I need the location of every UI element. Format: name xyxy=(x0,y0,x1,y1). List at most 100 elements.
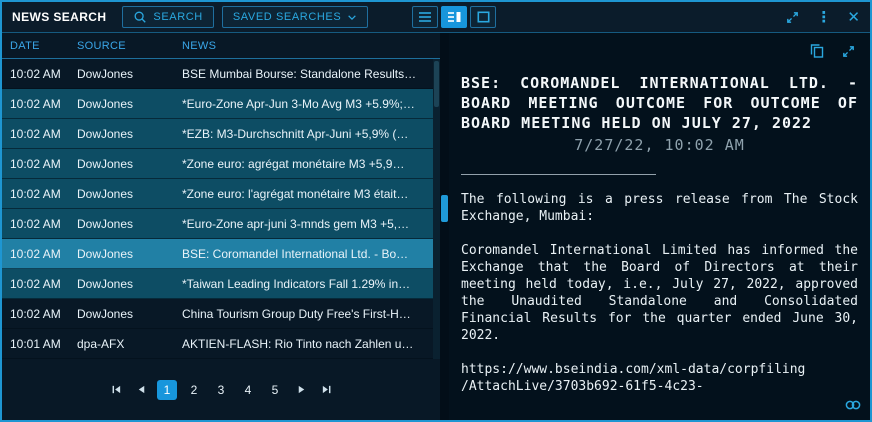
expand-icon xyxy=(785,10,800,25)
cell-date: 10:02 AM xyxy=(10,277,77,291)
column-header-date[interactable]: DATE xyxy=(10,40,77,52)
copy-article-button[interactable] xyxy=(809,43,825,59)
article-paragraph: The following is a press release from Th… xyxy=(461,191,858,225)
prev-page-button[interactable] xyxy=(132,381,150,399)
window-title: NEWS SEARCH xyxy=(12,10,106,24)
split-view-icon xyxy=(447,11,461,23)
cell-news: *Zone euro: agrégat monétaire M3 +5,9… xyxy=(182,157,430,171)
cell-news: *Zone euro: l'agrégat monétaire M3 était… xyxy=(182,187,430,201)
link-icon[interactable] xyxy=(844,398,862,417)
cell-date: 10:02 AM xyxy=(10,307,77,321)
single-view-icon xyxy=(477,11,490,23)
cell-source: DowJones xyxy=(77,157,182,171)
page-button-1[interactable]: 1 xyxy=(157,380,177,400)
article-paragraph: https://www.bseindia.com/xml-data/corpfi… xyxy=(461,361,858,395)
cell-date: 10:01 AM xyxy=(10,337,77,351)
pagination: 12345 xyxy=(2,359,440,420)
prev-page-icon xyxy=(136,384,147,395)
close-icon[interactable]: ✕ xyxy=(847,10,860,25)
table-header: DATE SOURCE NEWS xyxy=(2,33,440,59)
cell-news: *Euro-Zone apr-juni 3-mnds gem M3 +5,… xyxy=(182,217,430,231)
article-body: The following is a press release from Th… xyxy=(461,191,858,420)
article-toolbar xyxy=(461,33,858,61)
cell-news: BSE: Coromandel International Ltd. - Bo… xyxy=(182,247,430,261)
cell-news: BSE Mumbai Bourse: Standalone Results… xyxy=(182,67,430,81)
cell-source: DowJones xyxy=(77,277,182,291)
cell-date: 10:02 AM xyxy=(10,217,77,231)
article-timestamp: 7/27/22, 10:02 AM xyxy=(461,136,858,154)
view-toggle-group xyxy=(412,6,496,28)
news-list-scrollbar[interactable] xyxy=(433,59,440,359)
page-button-3[interactable]: 3 xyxy=(211,380,231,400)
copy-icon xyxy=(809,43,825,59)
news-list-scrollbar-thumb[interactable] xyxy=(434,61,439,107)
menu-kebab-icon[interactable]: ⋮ xyxy=(816,10,831,25)
first-page-button[interactable] xyxy=(107,381,125,399)
article-headline: BSE: COROMANDEL INTERNATIONAL LTD. - BOA… xyxy=(461,73,858,133)
chevron-down-icon xyxy=(347,14,357,21)
cell-date: 10:02 AM xyxy=(10,187,77,201)
table-row[interactable]: 10:01 AM dpa-AFX AKTIEN-FLASH: Rio Tinto… xyxy=(2,329,440,359)
table-row[interactable]: 10:02 AM DowJones BSE Mumbai Bourse: Sta… xyxy=(2,59,440,89)
search-icon xyxy=(133,10,147,24)
next-page-icon xyxy=(296,384,307,395)
cell-source: DowJones xyxy=(77,217,182,231)
cell-source: DowJones xyxy=(77,307,182,321)
page-button-5[interactable]: 5 xyxy=(265,380,285,400)
headline-separator xyxy=(461,174,656,175)
search-button[interactable]: SEARCH xyxy=(122,6,213,28)
last-page-button[interactable] xyxy=(317,381,335,399)
table-row[interactable]: 10:02 AM DowJones BSE: Coromandel Intern… xyxy=(2,239,440,269)
cell-news: China Tourism Group Duty Free's First-H… xyxy=(182,307,430,321)
page-button-2[interactable]: 2 xyxy=(184,380,204,400)
list-view-button[interactable] xyxy=(412,6,438,28)
table-row[interactable]: 10:02 AM DowJones *Euro-Zone apr-juni 3-… xyxy=(2,209,440,239)
first-page-icon xyxy=(111,384,122,395)
news-list-panel: DATE SOURCE NEWS 10:02 AM DowJones BSE M… xyxy=(2,33,440,420)
column-header-news[interactable]: NEWS xyxy=(182,40,440,52)
table-row[interactable]: 10:02 AM DowJones *Zone euro: l'agrégat … xyxy=(2,179,440,209)
table-row[interactable]: 10:02 AM DowJones *Zone euro: agrégat mo… xyxy=(2,149,440,179)
cell-news: *EZB: M3-Durchschnitt Apr-Juni +5,9% (… xyxy=(182,127,430,141)
last-page-icon xyxy=(321,384,332,395)
expand-article-button[interactable] xyxy=(841,43,856,59)
titlebar: NEWS SEARCH SEARCH SAVED SEARCHES ⋮ ✕ xyxy=(2,2,870,33)
table-row[interactable]: 10:02 AM DowJones China Tourism Group Du… xyxy=(2,299,440,329)
cell-date: 10:02 AM xyxy=(10,127,77,141)
cell-news: *Euro-Zone Apr-Jun 3-Mo Avg M3 +5.9%;… xyxy=(182,97,430,111)
cell-date: 10:02 AM xyxy=(10,157,77,171)
table-row[interactable]: 10:02 AM DowJones *Taiwan Leading Indica… xyxy=(2,269,440,299)
list-view-icon xyxy=(418,11,432,23)
cell-date: 10:02 AM xyxy=(10,67,77,81)
cell-source: dpa-AFX xyxy=(77,337,182,351)
cell-source: DowJones xyxy=(77,97,182,111)
search-button-label: SEARCH xyxy=(153,11,202,23)
article-scrollbar[interactable] xyxy=(440,33,449,420)
next-page-button[interactable] xyxy=(292,381,310,399)
cell-news: AKTIEN-FLASH: Rio Tinto nach Zahlen u… xyxy=(182,337,430,351)
single-view-button[interactable] xyxy=(470,6,496,28)
cell-date: 10:02 AM xyxy=(10,97,77,111)
column-header-source[interactable]: SOURCE xyxy=(77,40,182,52)
expand-icon xyxy=(841,44,856,59)
table-row[interactable]: 10:02 AM DowJones *Euro-Zone Apr-Jun 3-M… xyxy=(2,89,440,119)
titlebar-controls: ⋮ ✕ xyxy=(785,10,860,25)
cell-source: DowJones xyxy=(77,67,182,81)
article-paragraph: Coromandel International Limited has inf… xyxy=(461,242,858,344)
cell-date: 10:02 AM xyxy=(10,247,77,261)
news-search-window: { "colors": { "accent": "#2aa8e0", "bord… xyxy=(0,0,872,422)
article-panel: BSE: COROMANDEL INTERNATIONAL LTD. - BOA… xyxy=(449,33,870,420)
table-row[interactable]: 10:02 AM DowJones *EZB: M3-Durchschnitt … xyxy=(2,119,440,149)
article-scrollbar-thumb[interactable] xyxy=(441,195,448,222)
saved-searches-label: SAVED SEARCHES xyxy=(233,11,341,23)
news-table-body: 10:02 AM DowJones BSE Mumbai Bourse: Sta… xyxy=(2,59,440,359)
page-button-4[interactable]: 4 xyxy=(238,380,258,400)
cell-source: DowJones xyxy=(77,247,182,261)
page-numbers: 12345 xyxy=(157,380,285,400)
saved-searches-dropdown[interactable]: SAVED SEARCHES xyxy=(222,6,368,28)
expand-window-button[interactable] xyxy=(785,10,800,25)
cell-source: DowJones xyxy=(77,187,182,201)
split-view-button[interactable] xyxy=(441,6,467,28)
cell-news: *Taiwan Leading Indicators Fall 1.29% in… xyxy=(182,277,430,291)
main-area: DATE SOURCE NEWS 10:02 AM DowJones BSE M… xyxy=(2,33,870,420)
